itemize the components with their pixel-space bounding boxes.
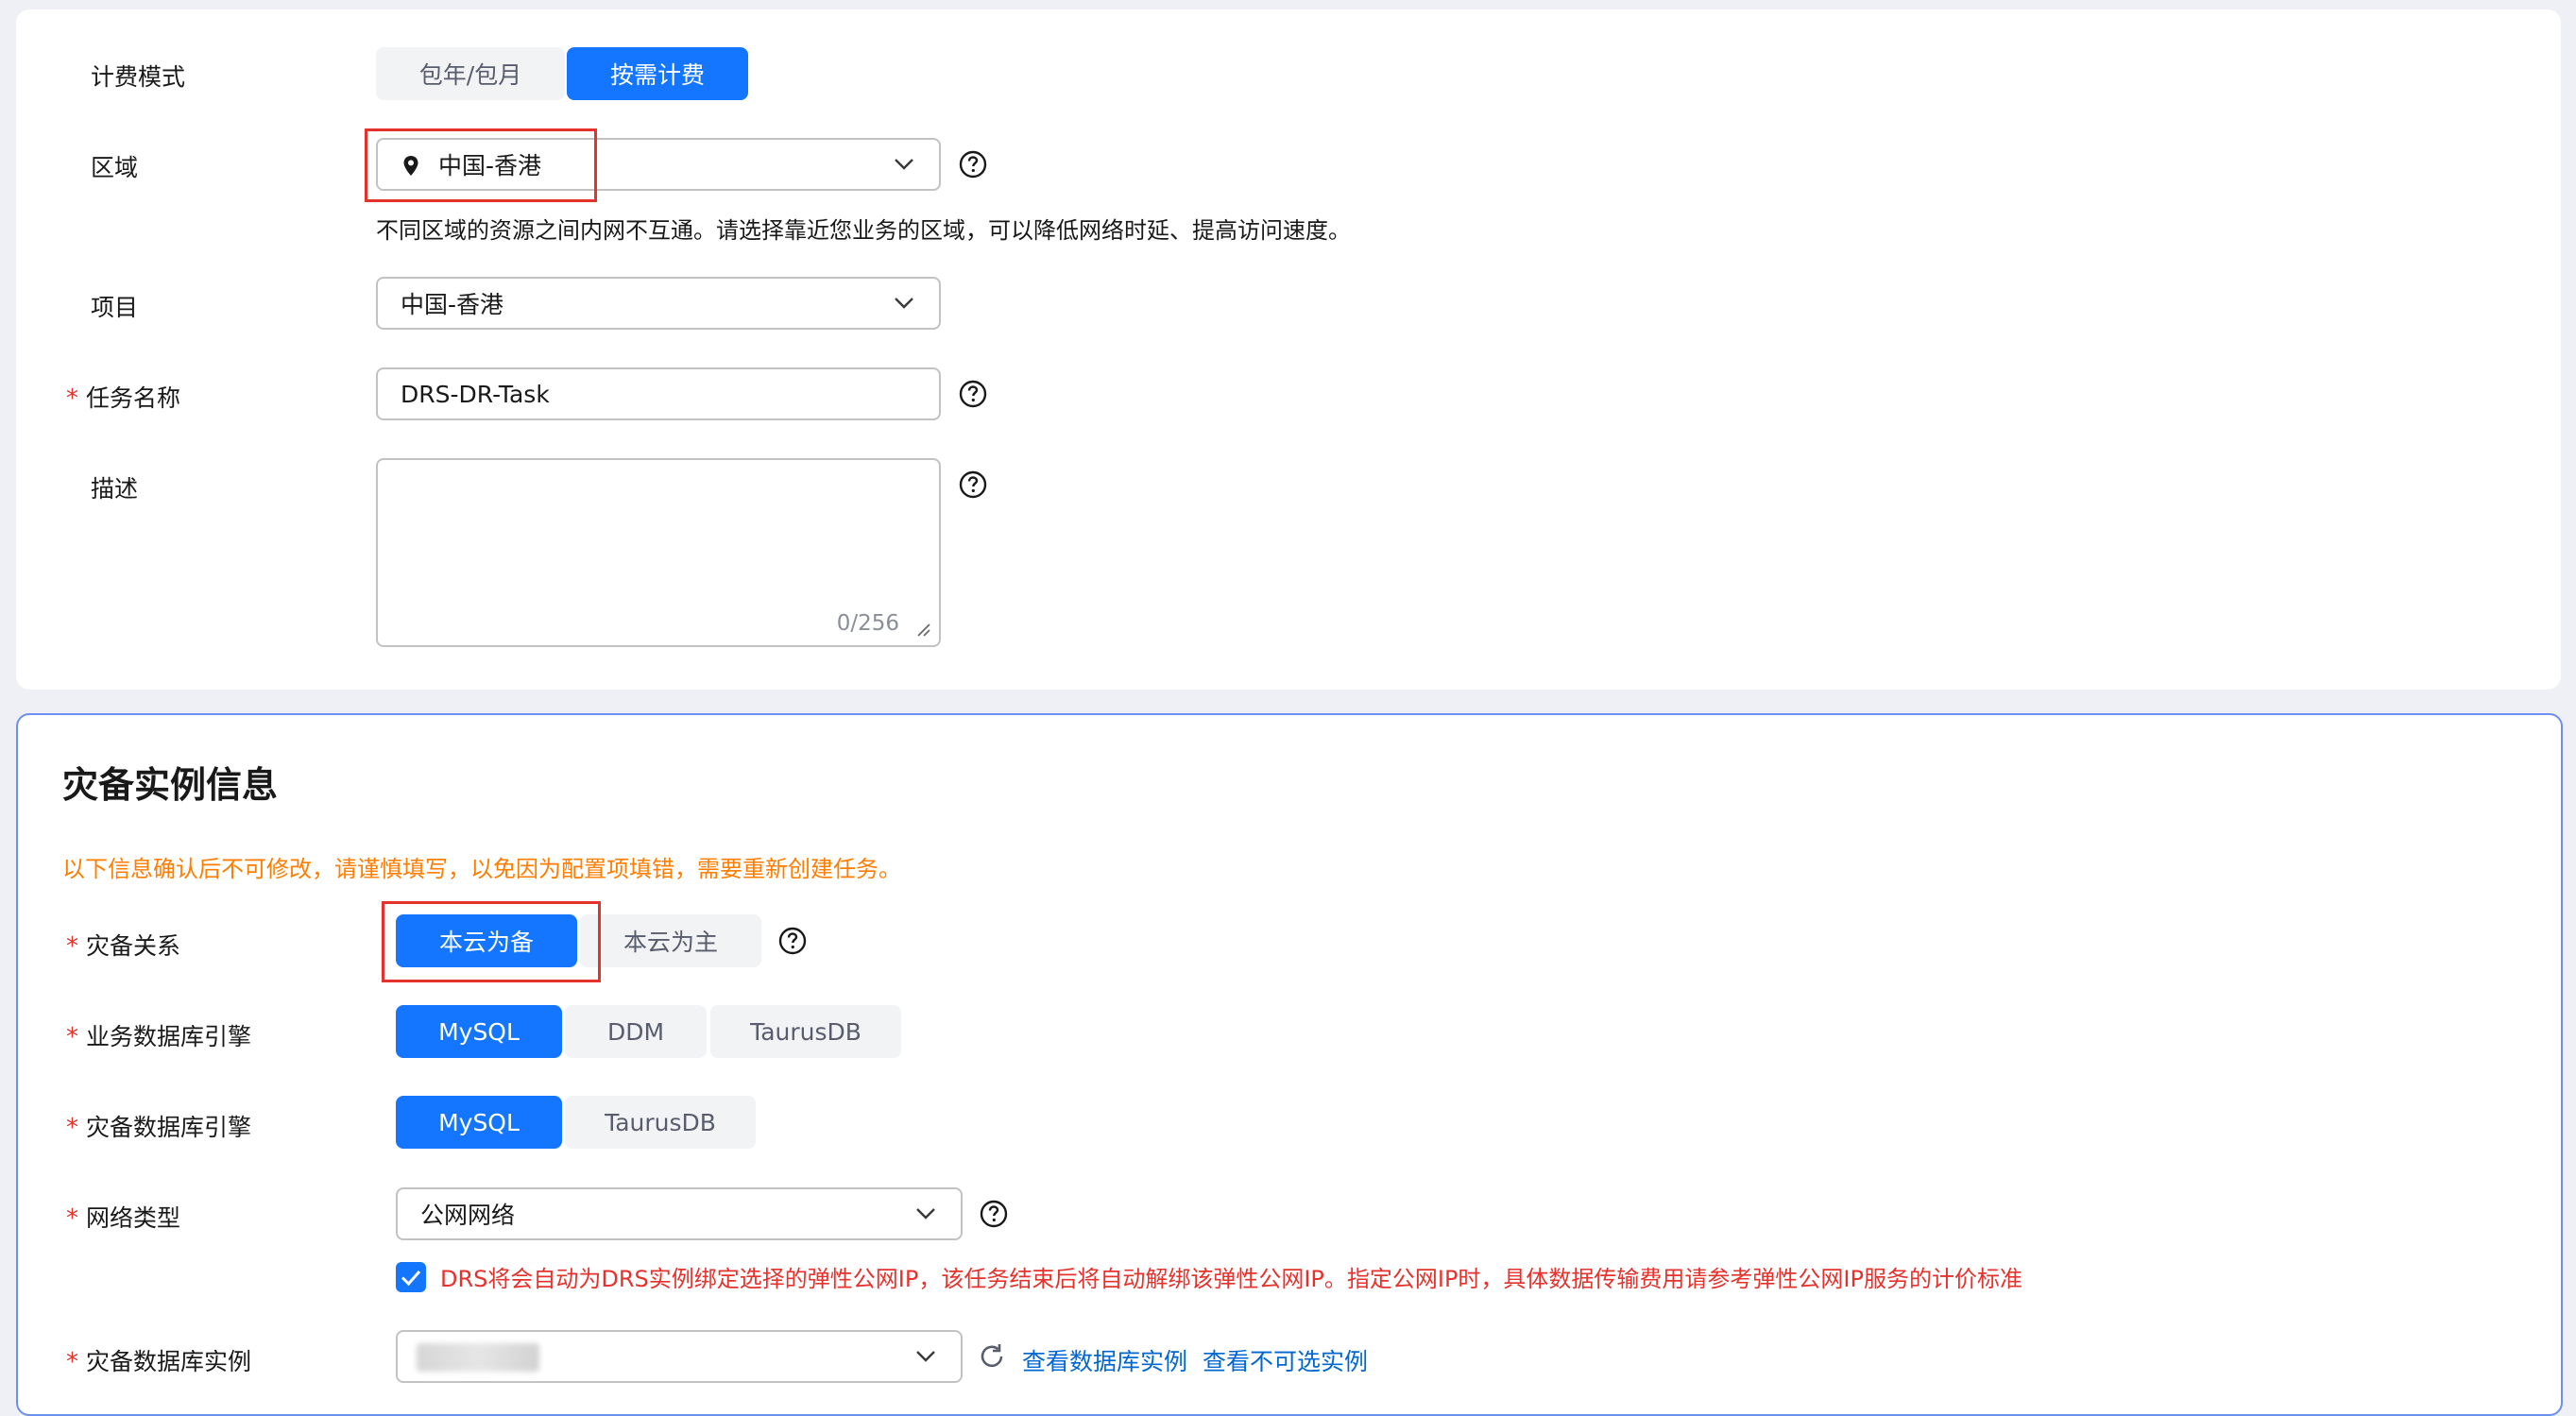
required-mark: * xyxy=(66,1114,78,1142)
description-counter: 0/256 xyxy=(836,611,899,636)
help-icon[interactable] xyxy=(979,1199,1009,1229)
help-icon[interactable] xyxy=(958,469,988,500)
chevron-down-icon xyxy=(895,159,913,170)
eip-checkbox-text: DRS将会自动为DRS实例绑定选择的弹性公网IP，该任务结束后将自动解绑该弹性公… xyxy=(440,1266,2022,1292)
resize-handle-icon[interactable] xyxy=(914,621,931,638)
description-textarea[interactable]: 0/256 xyxy=(376,458,941,647)
dr-instance-label: * 灾备数据库实例 xyxy=(66,1343,251,1377)
billing-mode-label: 计费模式 xyxy=(91,63,186,91)
dr-engine-label-text: 灾备数据库引擎 xyxy=(86,1114,252,1141)
relation-option-primary[interactable]: 本云为主 xyxy=(580,914,761,967)
relation-option-standby[interactable]: 本云为备 xyxy=(396,914,577,967)
help-icon[interactable] xyxy=(958,379,988,409)
required-mark: * xyxy=(66,384,78,413)
project-select[interactable]: 中国-香港 xyxy=(376,277,941,330)
chevron-down-icon xyxy=(916,1351,935,1362)
dr-engine-mysql[interactable]: MySQL xyxy=(396,1096,562,1149)
blurred-instance-value xyxy=(417,1343,539,1372)
warning-text: 以下信息确认后不可修改，请谨慎填写，以免因为配置项填错，需要重新创建任务。 xyxy=(62,856,901,882)
service-engine-mysql[interactable]: MySQL xyxy=(396,1005,562,1058)
billing-option-yearly[interactable]: 包年/包月 xyxy=(376,47,565,100)
network-type-select[interactable]: 公网网络 xyxy=(396,1187,963,1240)
task-name-label-text: 任务名称 xyxy=(86,384,181,412)
region-value: 中国-香港 xyxy=(438,152,542,179)
dr-instance-select[interactable] xyxy=(396,1330,963,1383)
dr-relation-label-text: 灾备关系 xyxy=(86,932,181,960)
view-unavailable-instances-link[interactable]: 查看不可选实例 xyxy=(1203,1343,1368,1377)
dr-engine-taurusdb[interactable]: TaurusDB xyxy=(565,1096,756,1149)
service-engine-ddm[interactable]: DDM xyxy=(565,1005,707,1058)
task-name-input[interactable]: DRS-DR-Task xyxy=(376,367,941,420)
network-type-value: 公网网络 xyxy=(420,1202,516,1229)
dr-instance-card xyxy=(16,713,2563,1416)
section-title: 灾备实例信息 xyxy=(62,764,279,806)
chevron-down-icon xyxy=(895,298,913,309)
project-value: 中国-香港 xyxy=(401,291,504,318)
dr-relation-label: * 灾备关系 xyxy=(66,928,180,962)
region-label: 区域 xyxy=(91,154,139,181)
required-mark: * xyxy=(66,1204,78,1233)
required-mark: * xyxy=(66,1023,78,1051)
region-select[interactable]: 中国-香港 xyxy=(376,138,941,191)
task-name-label: * 任务名称 xyxy=(66,380,180,414)
chevron-down-icon xyxy=(916,1208,935,1220)
description-label: 描述 xyxy=(91,475,139,503)
refresh-icon[interactable] xyxy=(977,1341,1007,1372)
location-pin-icon xyxy=(403,156,418,176)
billing-option-on-demand[interactable]: 按需计费 xyxy=(567,47,748,100)
help-icon[interactable] xyxy=(958,149,988,179)
region-hint: 不同区域的资源之间内网不互通。请选择靠近您业务的区域，可以降低网络时延、提高访问… xyxy=(376,217,1351,244)
help-icon[interactable] xyxy=(777,926,808,956)
view-instances-link[interactable]: 查看数据库实例 xyxy=(1022,1343,1187,1377)
dr-instance-label-text: 灾备数据库实例 xyxy=(86,1348,252,1375)
required-mark: * xyxy=(66,1348,78,1376)
dr-engine-label: * 灾备数据库引擎 xyxy=(66,1109,251,1143)
eip-checkbox[interactable] xyxy=(396,1262,426,1292)
network-type-label-text: 网络类型 xyxy=(86,1204,181,1232)
project-label: 项目 xyxy=(91,294,139,321)
service-engine-label: * 业务数据库引擎 xyxy=(66,1018,251,1052)
service-engine-taurusdb[interactable]: TaurusDB xyxy=(710,1005,901,1058)
required-mark: * xyxy=(66,932,78,961)
task-name-value: DRS-DR-Task xyxy=(401,380,550,408)
network-type-label: * 网络类型 xyxy=(66,1200,180,1234)
service-engine-label-text: 业务数据库引擎 xyxy=(86,1023,252,1050)
checkmark-icon xyxy=(401,1271,421,1287)
